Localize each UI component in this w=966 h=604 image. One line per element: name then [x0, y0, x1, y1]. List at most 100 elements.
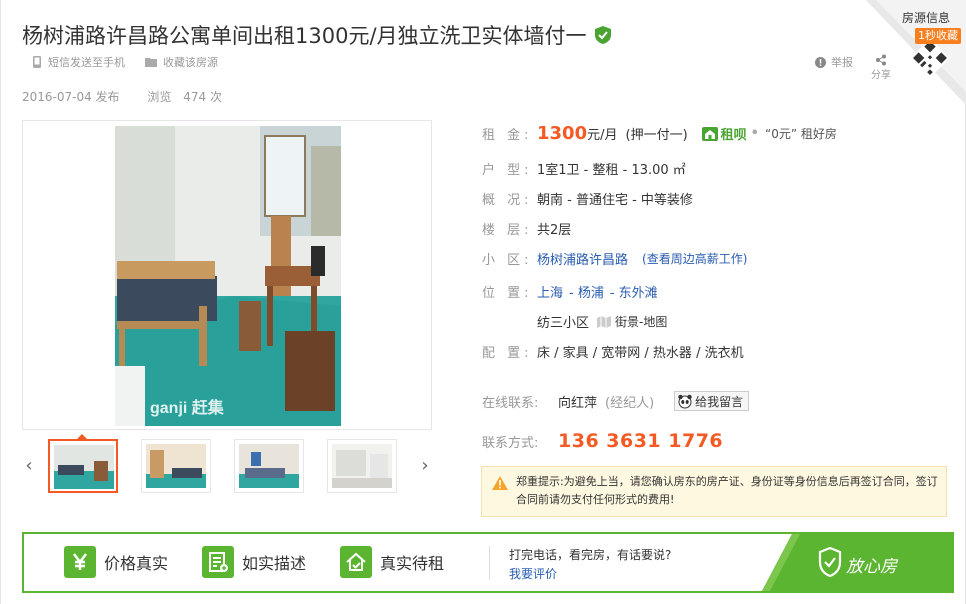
- publish-date: 2016-07-04 发布: [22, 90, 120, 104]
- zubei-promo[interactable]: 租呗 • “0元” 租好房: [701, 124, 837, 143]
- chevron-right-icon[interactable]: ›: [418, 456, 432, 476]
- main-photo-box[interactable]: ganji 赶集: [22, 120, 432, 430]
- share-label: 分享: [871, 70, 891, 81]
- location-area-link[interactable]: - 东外滩: [610, 282, 658, 301]
- guarantee-real-available: 真实待租: [340, 546, 444, 578]
- guarantee-price-real: 价格真实: [64, 546, 168, 578]
- report-action[interactable]: 举报: [815, 54, 853, 70]
- active-caret: [77, 434, 87, 439]
- guarantee-label: 价格真实: [104, 554, 169, 573]
- share-icon: [876, 54, 886, 66]
- location-city-link[interactable]: 上海: [537, 282, 563, 301]
- thumbnail-4[interactable]: [327, 439, 397, 493]
- thumbnail-2[interactable]: [141, 439, 211, 493]
- thumbnail-image: [54, 445, 114, 489]
- thumbnail-strip: ‹ ›: [22, 434, 432, 496]
- phone-number[interactable]: 136 3631 1776: [558, 430, 723, 452]
- views-count: 474 次: [183, 90, 222, 104]
- warning-text: 为避免上当，请您确认房东的房产证、身份证等身份信息后再签订合同，签订合同前请勿支…: [516, 475, 938, 506]
- thumbnail-1[interactable]: [48, 434, 118, 493]
- overview-label: 概 况:: [482, 193, 533, 208]
- sms-send-label: 短信发送至手机: [48, 56, 125, 69]
- title-row: 杨树浦路许昌路公寓单间出租1300元/月独立洗卫实体墙付一: [22, 20, 613, 50]
- zubei-brand: 租呗: [720, 128, 747, 143]
- overview-row: 概 况: 朝南 - 普通住宅 - 中等装修: [482, 189, 693, 208]
- trusted-badge-label: 放心房: [846, 557, 897, 577]
- agent-role: (经纪人): [605, 395, 655, 411]
- call-prompt: 打完电话，看完房，有话要说?: [509, 548, 672, 562]
- thumbnail-3[interactable]: [234, 439, 304, 493]
- evaluate-link[interactable]: 我要评价: [509, 565, 557, 582]
- phone-icon: [33, 56, 41, 68]
- guarantee-bar: 价格真实 如实描述 真实待租 打完电话，看完房，有话要说? 我要评价 放心房: [22, 532, 954, 593]
- amenities-label: 配 置:: [482, 346, 533, 361]
- zubei-slogan: “0元” 租好房: [764, 127, 837, 141]
- meta-row: 2016-07-04 发布 浏览 474 次: [22, 88, 230, 105]
- warning-triangle-icon: [492, 476, 508, 490]
- sub-actions: 短信发送至手机 收藏该房源: [32, 54, 238, 70]
- location-label: 位 置:: [482, 286, 533, 301]
- report-label: 举报: [831, 56, 853, 69]
- phone-row: 联系方式: 136 3631 1776: [482, 430, 723, 452]
- thumbnail-image: [146, 444, 206, 488]
- thumbnail-image: [239, 444, 299, 488]
- sms-send-action[interactable]: 短信发送至手机: [32, 54, 125, 70]
- amenities-value: 床 / 家具 / 宽带网 / 热水器 / 洗衣机: [537, 346, 744, 361]
- floor-value: 共2层: [537, 223, 572, 238]
- community-link[interactable]: 杨树浦路许昌路: [537, 249, 628, 268]
- leave-message-label: 给我留言: [695, 394, 744, 409]
- photo-watermark: ganji 赶集: [150, 400, 224, 417]
- price-unit: 元/月: [587, 128, 618, 143]
- corner-label: 房源信息: [902, 11, 951, 25]
- overview-value: 朝南 - 普通住宅 - 中等装修: [537, 193, 693, 208]
- location-row: 位 置: 上海 - 杨浦 - 东外滩: [482, 282, 658, 301]
- warning-circle-icon: [815, 56, 826, 68]
- agent-name: 向红萍: [558, 395, 598, 411]
- thumbnail-image: [332, 444, 392, 488]
- nearby-jobs-link[interactable]: (查看周边高薪工作): [642, 250, 747, 267]
- home-icon: [701, 126, 718, 141]
- price-value: 1300: [537, 123, 588, 144]
- streetview-link[interactable]: 街景-地图: [597, 313, 667, 330]
- community-row: 小 区: 杨树浦路许昌路 (查看周边高薪工作): [482, 249, 747, 268]
- views-label: 浏览: [147, 90, 172, 104]
- warning-title: 郑重提示:: [516, 475, 564, 488]
- type-label: 户 型:: [482, 163, 533, 178]
- yen-icon: [64, 546, 96, 578]
- divider: [489, 546, 490, 580]
- document-icon: [202, 546, 234, 578]
- location-district-link[interactable]: - 杨浦: [569, 282, 604, 301]
- phone-label: 联系方式:: [482, 435, 539, 451]
- chevron-left-icon[interactable]: ‹: [22, 456, 36, 476]
- folder-icon: [145, 58, 157, 67]
- payment-terms: (押一付一): [625, 128, 688, 143]
- rent-row: 租 金: 1300 元/月 (押一付一) 租呗 • “0元” 租好房: [482, 123, 837, 144]
- guarantee-label: 如实描述: [242, 554, 307, 573]
- map-icon: [597, 315, 612, 328]
- share-action[interactable]: 分享: [871, 54, 891, 81]
- favorite-action[interactable]: 收藏该房源: [145, 54, 218, 70]
- contact-label: 在线联系:: [482, 395, 539, 411]
- house-check-icon: [340, 546, 372, 578]
- verified-shield-icon: [594, 26, 611, 44]
- room-photo[interactable]: [115, 126, 341, 426]
- guarantee-label: 真实待租: [380, 554, 445, 573]
- dot-separator: •: [750, 126, 759, 141]
- page-title: 杨树浦路许昌路公寓单间出租1300元/月独立洗卫实体墙付一: [22, 24, 587, 48]
- community-label: 小 区:: [482, 253, 533, 268]
- floor-row: 楼 层: 共2层: [482, 219, 571, 238]
- contact-row: 在线联系: 向红萍 (经纪人) 给我留言: [482, 391, 750, 411]
- location-sub-row: 纺三小区 街景-地图: [537, 312, 667, 331]
- location-sub: 纺三小区: [537, 316, 590, 331]
- safety-warning: 郑重提示:为避免上当，请您确认房东的房产证、身份证等身份信息后再签订合同，签订合…: [481, 466, 947, 517]
- type-value: 1室1卫 - 整租 - 13.00 ㎡: [537, 163, 686, 178]
- leave-message-button[interactable]: 给我留言: [674, 391, 750, 411]
- type-row: 户 型: 1室1卫 - 整租 - 13.00 ㎡: [482, 159, 686, 178]
- floor-label: 楼 层:: [482, 223, 533, 238]
- panda-icon: [678, 394, 692, 409]
- rent-label: 租 金:: [482, 128, 533, 143]
- favorite-label: 收藏该房源: [163, 56, 218, 69]
- amenities-row: 配 置: 床 / 家具 / 宽带网 / 热水器 / 洗衣机: [482, 342, 744, 361]
- streetview-label: 街景-地图: [615, 315, 668, 329]
- quick-favorite-tag[interactable]: 1秒收藏: [915, 28, 961, 44]
